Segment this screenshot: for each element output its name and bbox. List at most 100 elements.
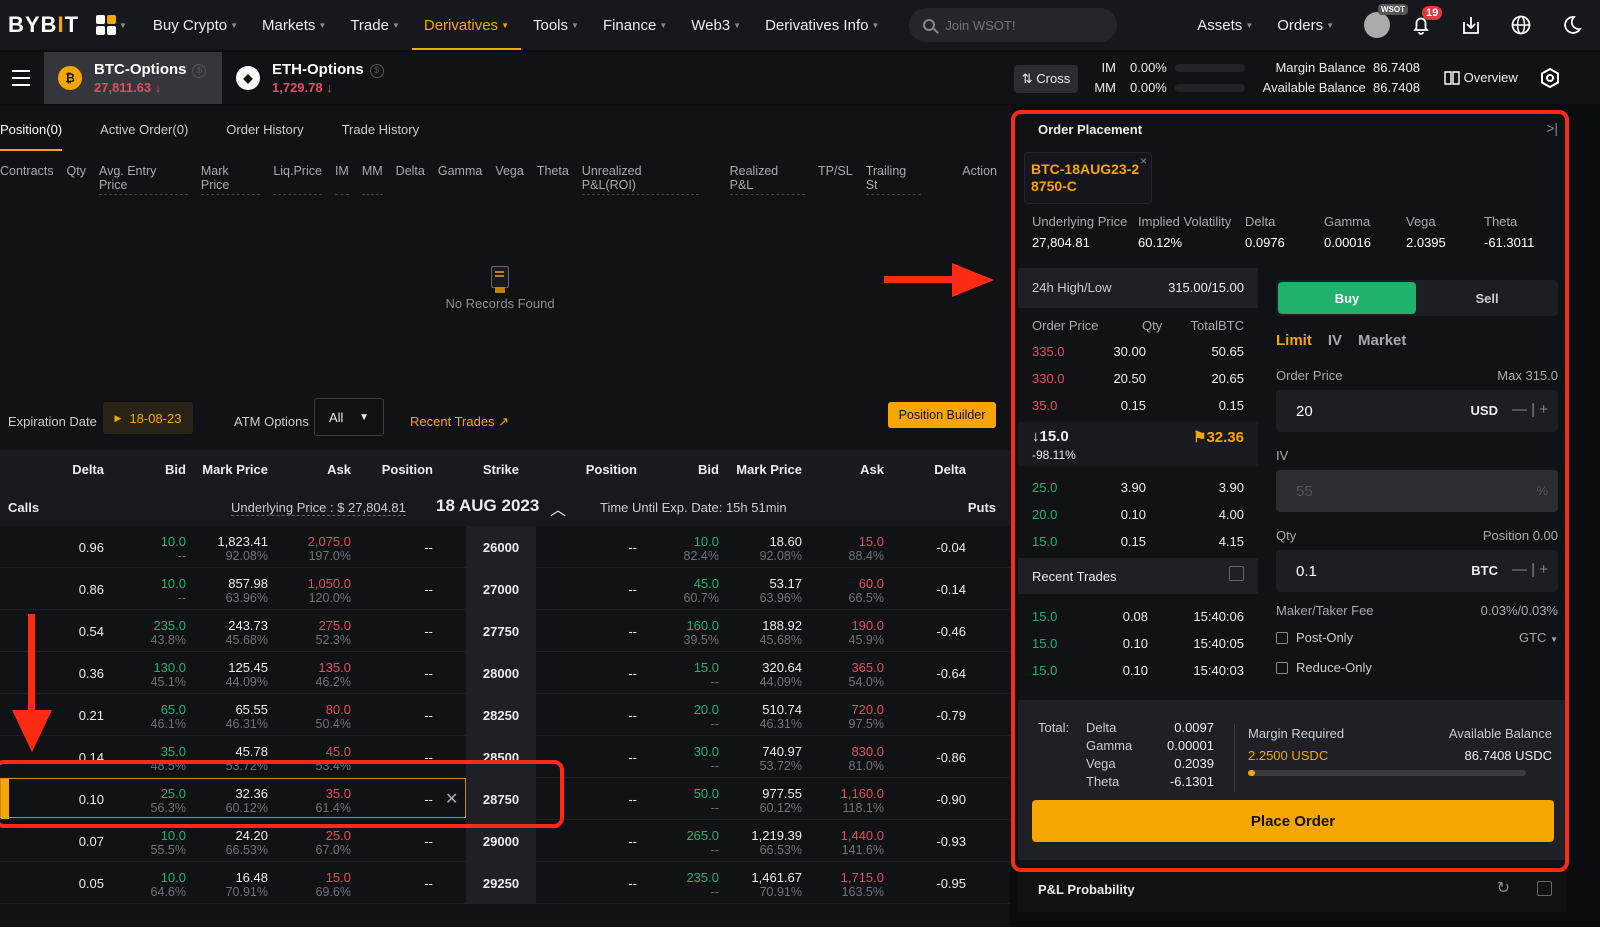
cell-p-mark[interactable]: 977.55 bbox=[762, 786, 802, 801]
tab-order-history[interactable]: Order History bbox=[226, 116, 303, 151]
cell-p-pos: -- bbox=[628, 582, 637, 597]
cell-p-bid[interactable]: 20.0 bbox=[694, 702, 719, 717]
cell-p-mark[interactable]: 510.74 bbox=[762, 702, 802, 717]
cell-p-bid[interactable]: 10.0 bbox=[694, 534, 719, 549]
collapse-chevron-icon[interactable]: ︿ bbox=[550, 496, 566, 520]
cell-c-ask[interactable]: 15.0 bbox=[326, 870, 351, 885]
nav-item-tools[interactable]: Tools ▼ bbox=[521, 0, 591, 50]
symbol-tab-btc[interactable]: ₿ BTC-Options $27,811.63 ↓ bbox=[44, 52, 222, 104]
settings-icon[interactable] bbox=[1540, 68, 1560, 88]
cell-p-mark[interactable]: 1,219.39 bbox=[751, 828, 802, 843]
option-row[interactable]: 0.86 10.0 -- 857.98 63.96% 1,050.0 120.0% -- -- 4… bbox=[0, 568, 1010, 610]
globe-icon[interactable] bbox=[1510, 14, 1532, 36]
position-builder-button[interactable]: Position Builder bbox=[888, 402, 996, 428]
orders-menu[interactable]: Orders ▼ bbox=[1265, 0, 1346, 50]
cell-c-mark[interactable]: 45.78 bbox=[235, 744, 268, 759]
cell-c-ask[interactable]: 275.0 bbox=[318, 618, 351, 633]
atm-options-select[interactable]: All ▼ bbox=[314, 398, 384, 436]
cell-p-bid-iv: -- bbox=[710, 843, 719, 857]
cell-p-ask[interactable]: 1,160.0 bbox=[841, 786, 884, 801]
expiration-date-button[interactable]: ▶ 18-08-23 bbox=[103, 402, 193, 434]
cell-c-mark[interactable]: 243.73 bbox=[228, 618, 268, 633]
cell-p-mark[interactable]: 53.17 bbox=[769, 576, 802, 591]
recent-trades-link[interactable]: Recent Trades ↗ bbox=[410, 414, 509, 430]
nav-item-finance[interactable]: Finance ▼ bbox=[591, 0, 679, 50]
cell-p-ask[interactable]: 190.0 bbox=[851, 618, 884, 633]
search-input[interactable]: Join WSOT! bbox=[909, 8, 1118, 42]
cross-margin-button[interactable]: ⇅ Cross bbox=[1014, 65, 1078, 93]
option-row[interactable]: 0.54 235.0 43.8% 243.73 45.68% 275.0 52.3% -- --… bbox=[0, 610, 1010, 652]
cell-p-ask[interactable]: 60.0 bbox=[859, 576, 884, 591]
cell-p-ask[interactable]: 1,440.0 bbox=[841, 828, 884, 843]
expiry-date: 18 AUG 2023 bbox=[436, 496, 540, 515]
tab-trade-history[interactable]: Trade History bbox=[342, 116, 420, 151]
cell-c-bid[interactable]: 65.0 bbox=[161, 702, 186, 717]
nav-item-derivatives[interactable]: Derivatives ▼ bbox=[411, 0, 522, 50]
cell-p-ask[interactable]: 15.0 bbox=[859, 534, 884, 549]
cell-c-bid[interactable]: 130.0 bbox=[153, 660, 186, 675]
nav-item-markets[interactable]: Markets ▼ bbox=[250, 0, 338, 50]
cell-c-bid[interactable]: 35.0 bbox=[161, 744, 186, 759]
option-row[interactable]: 0.36 130.0 45.1% 125.45 44.09% 135.0 46.2% -- --… bbox=[0, 652, 1010, 694]
cell-p-mark[interactable]: 188.92 bbox=[762, 618, 802, 633]
nav-item-buy-crypto[interactable]: Buy Crypto ▼ bbox=[141, 0, 250, 50]
cell-c-bid[interactable]: 10.0 bbox=[161, 870, 186, 885]
refresh-icon[interactable]: ↻ bbox=[1497, 878, 1510, 898]
avatar[interactable]: WSOT bbox=[1364, 4, 1408, 38]
option-row[interactable]: 0.96 10.0 -- 1,823.41 92.08% 2,075.0 197.0% -- -… bbox=[0, 526, 1010, 568]
symbol-tab-eth[interactable]: ◆ ETH-Options $1,729.78 ↓ bbox=[222, 52, 402, 104]
cell-c-bid[interactable]: 10.0 bbox=[161, 534, 186, 549]
dark-mode-moon-icon[interactable] bbox=[1560, 14, 1582, 36]
cell-c-mark[interactable]: 24.20 bbox=[235, 828, 268, 843]
nav-item-trade[interactable]: Trade ▼ bbox=[338, 0, 412, 50]
nav-item-derivatives-info[interactable]: Derivatives Info ▼ bbox=[753, 0, 891, 50]
option-row[interactable]: 0.05 10.0 64.6% 16.48 70.91% 15.0 69.6% -- -- 235… bbox=[0, 862, 1010, 904]
cell-p-ask[interactable]: 720.0 bbox=[851, 702, 884, 717]
nav-item-web3[interactable]: Web3 ▼ bbox=[679, 0, 753, 50]
cell-c-mark[interactable]: 857.98 bbox=[228, 576, 268, 591]
cell-p-mark[interactable]: 1,461.67 bbox=[751, 870, 802, 885]
cell-p-bid[interactable]: 235.0 bbox=[686, 870, 719, 885]
cell-p-mark[interactable]: 740.97 bbox=[762, 744, 802, 759]
cell-p-ask[interactable]: 365.0 bbox=[851, 660, 884, 675]
cell-c-ask[interactable]: 135.0 bbox=[318, 660, 351, 675]
assets-menu[interactable]: Assets ▼ bbox=[1185, 0, 1265, 50]
available-balance: Available Balance 86.7408 bbox=[1262, 80, 1420, 95]
cell-c-ask[interactable]: 80.0 bbox=[326, 702, 351, 717]
cell-c-bid[interactable]: 235.0 bbox=[153, 618, 186, 633]
expand-icon[interactable] bbox=[1537, 881, 1552, 896]
cell-p-mark[interactable]: 18.60 bbox=[769, 534, 802, 549]
cell-p-bid[interactable]: 45.0 bbox=[694, 576, 719, 591]
cell-c-mark[interactable]: 125.45 bbox=[228, 660, 268, 675]
cell-c-ask[interactable]: 1,050.0 bbox=[308, 576, 351, 591]
cell-c-mark[interactable]: 16.48 bbox=[235, 870, 268, 885]
tab-active-order-[interactable]: Active Order(0) bbox=[100, 116, 188, 151]
cell-c-ask[interactable]: 25.0 bbox=[326, 828, 351, 843]
cell-c-ask[interactable]: 45.0 bbox=[326, 744, 351, 759]
position-column-header: TP/SL bbox=[817, 164, 853, 178]
cell-p-bid[interactable]: 265.0 bbox=[686, 828, 719, 843]
cell-c-mark[interactable]: 1,823.41 bbox=[217, 534, 268, 549]
cell-p-mark[interactable]: 320.64 bbox=[762, 660, 802, 675]
cell-c-ask[interactable]: 2,075.0 bbox=[308, 534, 351, 549]
tab-position-[interactable]: Position(0) bbox=[0, 116, 63, 151]
chain-column-header: Delta bbox=[72, 462, 104, 477]
cell-c-bid[interactable]: 10.0 bbox=[161, 576, 186, 591]
option-row[interactable]: 0.21 65.0 46.1% 65.55 46.31% 80.0 50.4% -- -- 20.… bbox=[0, 694, 1010, 736]
cell-p-pos: -- bbox=[628, 708, 637, 723]
overview-button[interactable]: Overview bbox=[1444, 70, 1518, 85]
cell-p-bid[interactable]: 15.0 bbox=[694, 660, 719, 675]
menu-icon[interactable] bbox=[12, 70, 30, 91]
option-chain-header: Delta Bid Mark Price Ask Position Strike Posit… bbox=[0, 450, 1010, 488]
cell-p-ask[interactable]: 830.0 bbox=[851, 744, 884, 759]
cell-c-bid[interactable]: 10.0 bbox=[161, 828, 186, 843]
cell-p-bid[interactable]: 50.0 bbox=[694, 786, 719, 801]
cell-c-mark[interactable]: 65.55 bbox=[235, 702, 268, 717]
apps-menu-button[interactable]: ▼ bbox=[96, 15, 127, 35]
cell-p-ask[interactable]: 1,715.0 bbox=[841, 870, 884, 885]
bybit-logo[interactable]: BYBIT bbox=[8, 12, 78, 38]
notification-bell-icon[interactable]: 19 bbox=[1410, 6, 1443, 36]
cell-p-bid[interactable]: 160.0 bbox=[686, 618, 719, 633]
download-icon[interactable] bbox=[1460, 14, 1482, 36]
cell-p-bid[interactable]: 30.0 bbox=[694, 744, 719, 759]
